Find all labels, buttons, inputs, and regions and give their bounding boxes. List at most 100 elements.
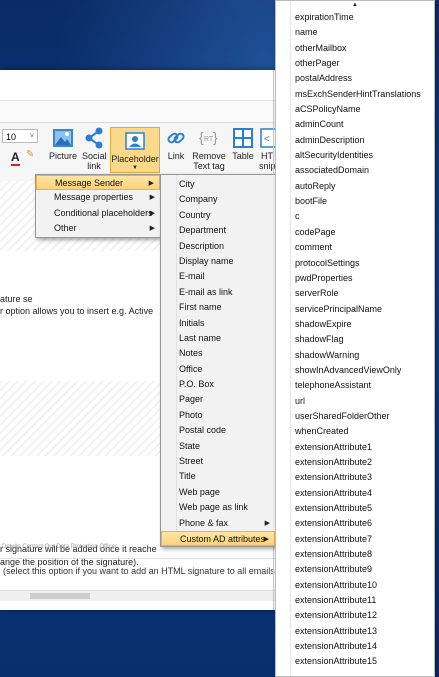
horizontal-scrollbar[interactable] [0, 590, 275, 601]
menu-item-label: Street [179, 456, 204, 467]
table-button[interactable]: Table [230, 127, 256, 161]
menu-item-label: Conditional placeholders [54, 207, 153, 218]
menu-item-serviceprincipalname[interactable]: servicePrincipalName [276, 302, 434, 317]
menu-item-initials[interactable]: Initials [161, 316, 275, 331]
menu-item-extensionattribute10[interactable]: extensionAttribute10 [276, 578, 434, 593]
social-link-button[interactable]: Social link [80, 127, 108, 171]
menu-item-extensionattribute9[interactable]: extensionAttribute9 [276, 562, 434, 577]
menu-item-pager[interactable]: Pager [161, 392, 275, 407]
menu-item-extensionattribute12[interactable]: extensionAttribute12 [276, 608, 434, 623]
faded-text: Detalle Contact Our Data Protection Offi… [2, 544, 117, 550]
menu-item-othermailbox[interactable]: otherMailbox [276, 41, 434, 56]
menu-item-message-properties[interactable]: Message properties ▶ [36, 190, 160, 205]
menu-item-label: E-mail [179, 271, 205, 282]
menu-item-office[interactable]: Office [161, 362, 275, 377]
placeholder-button[interactable]: Placeholder ▼ [110, 127, 160, 173]
menu-item-admincount[interactable]: adminCount [276, 117, 434, 132]
menu-item-bootfile[interactable]: bootFile [276, 194, 434, 209]
menu-item-expirationtime[interactable]: expirationTime [276, 10, 434, 25]
menu-item-extensionattribute13[interactable]: extensionAttribute13 [276, 624, 434, 639]
menu-item-showinadvancedviewonly[interactable]: showInAdvancedViewOnly [276, 363, 434, 378]
menu-item-other[interactable]: Other ▶ [36, 221, 160, 236]
font-color-icon[interactable]: A [11, 150, 20, 166]
menu-item-extensionattribute4[interactable]: extensionAttribute4 [276, 486, 434, 501]
menu-item-label: Custom AD attributes [180, 533, 266, 544]
scrollbar-thumb[interactable] [30, 593, 90, 599]
menu-item-shadowexpire[interactable]: shadowExpire [276, 317, 434, 332]
menu-item-state[interactable]: State [161, 439, 275, 454]
menu-item-extensionattribute3[interactable]: extensionAttribute3 [276, 470, 434, 485]
menu-item-autoreply[interactable]: autoReply [276, 179, 434, 194]
menu-item-url[interactable]: url [276, 394, 434, 409]
menu-item-photo[interactable]: Photo [161, 408, 275, 423]
menu-item-serverrole[interactable]: serverRole [276, 286, 434, 301]
menu-item-extensionattribute5[interactable]: extensionAttribute5 [276, 501, 434, 516]
menu-item-protocolsettings[interactable]: protocolSettings [276, 256, 434, 271]
menu-item-label: State [179, 440, 201, 451]
menu-item-altsecurityidentities[interactable]: altSecurityIdentities [276, 148, 434, 163]
highlight-icon[interactable]: ✎ [26, 149, 34, 160]
menu-item-last-name[interactable]: Last name [161, 331, 275, 346]
ribbon-tab-strip [0, 100, 275, 123]
menu-item-e-mail[interactable]: E-mail [161, 269, 275, 284]
menu-item-web-page-as-link[interactable]: Web page as link [161, 500, 275, 515]
menu-item-extensionattribute14[interactable]: extensionAttribute14 [276, 639, 434, 654]
menu-item-notes[interactable]: Notes [161, 346, 275, 361]
menu-item-shadowwarning[interactable]: shadowWarning [276, 348, 434, 363]
menu-item-name[interactable]: name [276, 25, 434, 40]
menu-item-comment[interactable]: comment [276, 240, 434, 255]
menu-item-display-name[interactable]: Display name [161, 254, 275, 269]
editor-text: ature se [0, 294, 33, 304]
menu-item-title[interactable]: Title [161, 469, 275, 484]
menu-item-phone-fax[interactable]: Phone & fax ▶ [161, 516, 275, 531]
menu-item-p-o-box[interactable]: P.O. Box [161, 377, 275, 392]
menu-item-otherpager[interactable]: otherPager [276, 56, 434, 71]
menu-item-country[interactable]: Country [161, 208, 275, 223]
menu-item-extensionattribute15[interactable]: extensionAttribute15 [276, 654, 434, 669]
submenu-arrow-icon: ▶ [148, 180, 154, 187]
menu-item-extensionattribute8[interactable]: extensionAttribute8 [276, 547, 434, 562]
menu-item-web-page[interactable]: Web page [161, 485, 275, 500]
submenu-arrow-icon: ▶ [149, 209, 155, 217]
menu-item-acspolicyname[interactable]: aCSPolicyName [276, 102, 434, 117]
menu-item-admindescription[interactable]: adminDescription [276, 133, 434, 148]
menu-item-e-mail-as-link[interactable]: E-mail as link [161, 285, 275, 300]
menu-item-company[interactable]: Company [161, 192, 275, 207]
picture-button[interactable]: Picture [48, 127, 78, 161]
menu-item-extensionattribute6[interactable]: extensionAttribute6 [276, 516, 434, 531]
menu-item-telephoneassistant[interactable]: telephoneAssistant [276, 378, 434, 393]
menu-item-postaladdress[interactable]: postalAddress [276, 71, 434, 86]
menu-item-extensionattribute1[interactable]: extensionAttribute1 [276, 440, 434, 455]
menu-item-whencreated[interactable]: whenCreated [276, 424, 434, 439]
menu-item-codepage[interactable]: codePage [276, 225, 434, 240]
menu-item-usersharedfolderother[interactable]: userSharedFolderOther [276, 409, 434, 424]
menu-item-department[interactable]: Department [161, 223, 275, 238]
menu-item-message-sender[interactable]: Message Sender ▶ [36, 175, 160, 191]
menu-item-shadowflag[interactable]: shadowFlag [276, 332, 434, 347]
menu-item-custom-ad-attributes[interactable]: Custom AD attributes ▶ [161, 530, 275, 547]
remove-tag-icon: { RT } [199, 129, 218, 145]
menu-item-extensionattribute2[interactable]: extensionAttribute2 [276, 455, 434, 470]
menu-item-extensionattribute11[interactable]: extensionAttribute11 [276, 593, 434, 608]
menu-item-extensionattribute7[interactable]: extensionAttribute7 [276, 532, 434, 547]
menu-item-city[interactable]: City [161, 177, 275, 192]
menu-item-pwdproperties[interactable]: pwdProperties [276, 271, 434, 286]
menu-item-associateddomain[interactable]: associatedDomain [276, 163, 434, 178]
menu-item-first-name[interactable]: First name [161, 300, 275, 315]
option-hint: (select this option if you want to add a… [3, 566, 293, 576]
link-label: Link [167, 151, 185, 161]
link-button[interactable]: Link [163, 127, 189, 161]
table-label: Table [232, 151, 254, 161]
scroll-up-arrow-icon[interactable]: ▲ [276, 1, 434, 9]
menu-item-label: Phone & fax [179, 517, 229, 528]
remove-text-tag-button[interactable]: { RT } Remove Text tag [190, 127, 228, 171]
menu-item-msexchsenderhinttranslations[interactable]: msExchSenderHintTranslations [276, 87, 434, 102]
menu-item-conditional-placeholders[interactable]: Conditional placeholders ▶ [36, 206, 160, 221]
font-size-select[interactable]: 10 ˅ [2, 129, 38, 143]
menu-item-c[interactable]: c [276, 209, 434, 224]
menu-item-postal-code[interactable]: Postal code [161, 423, 275, 438]
menu-item-description[interactable]: Description [161, 239, 275, 254]
menu-item-label: Web page as link [179, 502, 248, 513]
contact-card-icon [125, 132, 145, 150]
menu-item-street[interactable]: Street [161, 454, 275, 469]
